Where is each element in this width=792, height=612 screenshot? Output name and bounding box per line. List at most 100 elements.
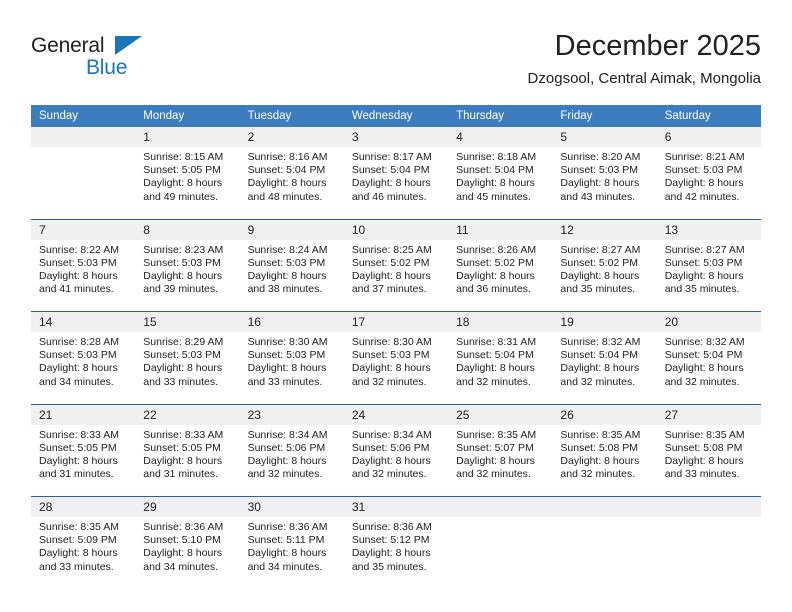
daylight-text-cont: and 33 minutes. (247, 375, 323, 388)
day-cell[interactable]: Sunrise: 8:21 AM Sunset: 5:03 PM Daylight:… (656, 147, 761, 219)
day-number[interactable]: 7 (31, 218, 136, 240)
sunset-text: Sunset: 5:04 PM (560, 349, 639, 362)
day-cell[interactable]: Sunrise: 8:24 AM Sunset: 5:03 PM Daylight:… (239, 239, 344, 312)
sunset-text: Sunset: 5:05 PM (143, 164, 221, 177)
day-number[interactable]: 21 (31, 403, 136, 425)
calendar-page: General Blue December 2025 Dzogsool, Cen… (0, 0, 792, 612)
daylight-text-cont: and 32 minutes. (351, 375, 427, 388)
day-cell[interactable]: Sunrise: 8:16 AM Sunset: 5:04 PM Daylight:… (239, 147, 344, 219)
sunrise-text: Sunrise: 8:34 AM (351, 428, 432, 441)
day-cell[interactable]: Sunrise: 8:17 AM Sunset: 5:04 PM Daylight:… (343, 147, 449, 219)
sunset-text: Sunset: 5:11 PM (247, 534, 325, 547)
day-cell-empty (31, 147, 136, 219)
day-number[interactable]: 12 (552, 218, 657, 240)
day-number[interactable]: 24 (343, 403, 449, 425)
day-cell[interactable]: Sunrise: 8:27 AM Sunset: 5:02 PM Daylight:… (552, 239, 657, 312)
daylight-text: Daylight: 8 hours (560, 362, 640, 375)
day-cell[interactable]: Sunrise: 8:33 AM Sunset: 5:05 PM Daylight:… (135, 424, 240, 497)
sunrise-text: Sunrise: 8:18 AM (456, 151, 537, 163)
sunrise-text: Sunrise: 8:24 AM (247, 243, 328, 256)
day-number[interactable]: 19 (552, 311, 657, 332)
day-number[interactable]: 16 (239, 311, 344, 332)
daylight-text-cont: and 34 minutes. (247, 560, 323, 573)
day-cell[interactable]: Sunrise: 8:35 AM Sunset: 5:08 PM Daylight:… (656, 424, 761, 497)
day-cell[interactable]: Sunrise: 8:23 AM Sunset: 5:03 PM Daylight:… (135, 239, 240, 312)
day-cell[interactable]: Sunrise: 8:29 AM Sunset: 5:03 PM Daylight:… (135, 332, 240, 404)
sunrise-text: Sunrise: 8:26 AM (456, 243, 537, 256)
day-number[interactable]: 22 (135, 403, 240, 425)
sunset-text: Sunset: 5:04 PM (247, 164, 326, 177)
day-cell[interactable]: Sunrise: 8:22 AM Sunset: 5:03 PM Daylight:… (31, 239, 136, 312)
day-number[interactable]: 11 (448, 218, 553, 240)
day-number[interactable]: 1 (135, 127, 240, 147)
daylight-text-cont: and 33 minutes. (664, 468, 740, 481)
day-cell[interactable]: Sunrise: 8:33 AM Sunset: 5:05 PM Daylight:… (31, 424, 136, 497)
weekday-header-wednesday: Wednesday (343, 105, 449, 127)
sunset-text: Sunset: 5:08 PM (560, 441, 639, 454)
day-number[interactable]: 25 (448, 403, 553, 425)
daylight-text: Daylight: 8 hours (560, 269, 640, 282)
daylight-text-cont: and 48 minutes. (247, 190, 323, 203)
day-cell[interactable]: Sunrise: 8:30 AM Sunset: 5:03 PM Daylight:… (343, 332, 449, 404)
general-blue-logo[interactable]: General Blue (31, 34, 221, 90)
sunset-text: Sunset: 5:02 PM (456, 256, 534, 269)
day-cell[interactable]: Sunrise: 8:30 AM Sunset: 5:03 PM Daylight:… (239, 332, 344, 404)
day-number[interactable]: 5 (552, 127, 657, 147)
day-number[interactable]: 27 (656, 403, 761, 425)
daylight-text: Daylight: 8 hours (351, 177, 431, 190)
day-cell[interactable]: Sunrise: 8:35 AM Sunset: 5:08 PM Daylight:… (552, 424, 657, 497)
daylight-text: Daylight: 8 hours (664, 269, 744, 282)
day-cell[interactable]: Sunrise: 8:34 AM Sunset: 5:06 PM Daylight:… (343, 424, 449, 497)
day-number[interactable]: 29 (135, 496, 240, 517)
day-cell[interactable]: Sunrise: 8:35 AM Sunset: 5:07 PM Daylight:… (448, 424, 553, 497)
day-number[interactable]: 3 (343, 127, 449, 147)
day-number[interactable]: 15 (135, 311, 240, 332)
sunset-text: Sunset: 5:03 PM (143, 256, 221, 269)
day-number[interactable]: 18 (448, 311, 553, 332)
sunset-text: Sunset: 5:03 PM (664, 256, 743, 269)
day-number[interactable]: 20 (656, 311, 761, 332)
day-number[interactable]: 2 (239, 127, 344, 147)
day-cell[interactable]: Sunrise: 8:36 AM Sunset: 5:10 PM Daylight:… (135, 517, 240, 589)
daylight-text-cont: and 46 minutes. (351, 190, 427, 203)
day-cell[interactable]: Sunrise: 8:15 AM Sunset: 5:05 PM Daylight:… (135, 147, 240, 219)
day-number[interactable]: 14 (31, 311, 136, 332)
day-cell[interactable]: Sunrise: 8:36 AM Sunset: 5:11 PM Daylight:… (239, 517, 344, 589)
day-number[interactable]: 4 (448, 127, 553, 147)
weekday-header-friday: Friday (552, 105, 657, 127)
day-number[interactable]: 28 (31, 496, 136, 517)
day-cell[interactable]: Sunrise: 8:27 AM Sunset: 5:03 PM Daylight:… (656, 239, 761, 312)
day-number[interactable]: 8 (135, 218, 240, 240)
day-cell[interactable]: Sunrise: 8:20 AM Sunset: 5:03 PM Daylight:… (552, 147, 657, 219)
day-number[interactable]: 23 (239, 403, 344, 425)
day-cell[interactable]: Sunrise: 8:28 AM Sunset: 5:03 PM Daylight:… (31, 332, 136, 404)
day-cell[interactable]: Sunrise: 8:31 AM Sunset: 5:04 PM Daylight:… (448, 332, 553, 404)
day-cell[interactable]: Sunrise: 8:32 AM Sunset: 5:04 PM Daylight:… (552, 332, 657, 404)
day-cell[interactable]: Sunrise: 8:26 AM Sunset: 5:02 PM Daylight:… (448, 239, 553, 312)
sunset-text: Sunset: 5:06 PM (247, 441, 326, 454)
sunrise-text: Sunrise: 8:32 AM (560, 336, 641, 348)
daylight-text: Daylight: 8 hours (456, 177, 535, 190)
day-number[interactable]: 6 (656, 127, 761, 147)
day-cell[interactable]: Sunrise: 8:35 AM Sunset: 5:09 PM Daylight:… (31, 517, 136, 589)
sunset-text: Sunset: 5:03 PM (39, 256, 117, 269)
day-number-empty (552, 496, 657, 517)
day-number[interactable]: 13 (656, 218, 761, 240)
triangle-icon (115, 36, 142, 55)
day-number[interactable]: 17 (343, 311, 449, 332)
weekday-header-saturday: Saturday (656, 105, 761, 127)
day-number[interactable]: 26 (552, 403, 657, 425)
day-cell[interactable]: Sunrise: 8:25 AM Sunset: 5:02 PM Daylight:… (343, 239, 449, 312)
title-block: December 2025 Dzogsool, Central Aimak, M… (528, 28, 761, 90)
day-cell[interactable]: Sunrise: 8:34 AM Sunset: 5:06 PM Daylight:… (239, 424, 344, 497)
day-cell[interactable]: Sunrise: 8:32 AM Sunset: 5:04 PM Daylight:… (656, 332, 761, 404)
day-cell[interactable]: Sunrise: 8:18 AM Sunset: 5:04 PM Daylight:… (448, 147, 553, 219)
daylight-text: Daylight: 8 hours (351, 362, 431, 375)
day-number[interactable]: 30 (239, 496, 344, 517)
daylight-text: Daylight: 8 hours (247, 362, 327, 375)
day-cell[interactable]: Sunrise: 8:36 AM Sunset: 5:12 PM Daylight:… (343, 517, 449, 589)
sunrise-text: Sunrise: 8:29 AM (143, 336, 224, 348)
day-number[interactable]: 9 (239, 218, 344, 240)
day-number[interactable]: 31 (343, 496, 449, 517)
day-number[interactable]: 10 (343, 218, 449, 240)
